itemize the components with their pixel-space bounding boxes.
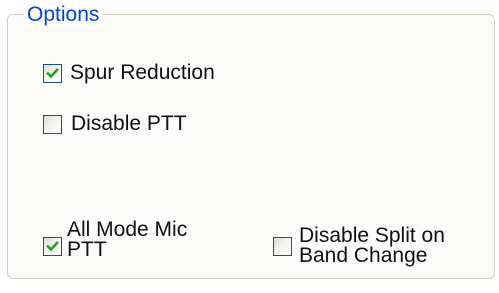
spur-reduction-label[interactable]: Spur Reduction — [70, 62, 215, 84]
checkmark-icon — [46, 240, 59, 251]
checkmark-icon — [46, 67, 59, 78]
disable-ptt-label[interactable]: Disable PTT — [71, 113, 187, 135]
checkbox-unchecked-icon[interactable] — [273, 236, 292, 256]
disable-split-on-band-change-checkbox[interactable]: Disable Split on Band Change — [273, 225, 489, 266]
disable-split-on-band-change-label[interactable]: Disable Split on Band Change — [299, 225, 489, 266]
all-mode-mic-ptt-label[interactable]: All Mode Mic PTT — [67, 219, 197, 260]
checkbox-unchecked-icon[interactable] — [43, 114, 62, 134]
spur-reduction-checkbox[interactable]: Spur Reduction — [43, 62, 215, 84]
checkbox-checked-icon[interactable] — [43, 236, 62, 256]
checkbox-checked-icon[interactable] — [43, 63, 62, 83]
options-group-title: Options — [24, 3, 104, 27]
all-mode-mic-ptt-checkbox[interactable]: All Mode Mic PTT — [43, 219, 197, 260]
options-panel: Options Spur Reduction Disable PTT All M… — [0, 0, 499, 293]
disable-ptt-checkbox[interactable]: Disable PTT — [43, 113, 187, 135]
